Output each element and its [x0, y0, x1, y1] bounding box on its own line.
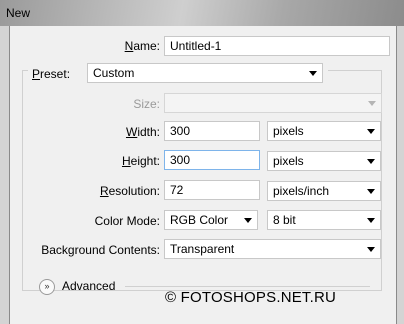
- bit-depth-select[interactable]: 8 bit: [267, 210, 381, 230]
- preset-value: Custom: [93, 66, 135, 80]
- width-unit-select[interactable]: pixels: [267, 121, 381, 141]
- size-select[interactable]: [164, 93, 382, 113]
- height-label: Height:: [121, 154, 160, 168]
- preset-group-border-left: [22, 70, 23, 290]
- resolution-input[interactable]: [164, 180, 260, 200]
- height-unit-select[interactable]: pixels: [267, 151, 381, 171]
- height-input[interactable]: [164, 150, 260, 170]
- width-unit-value: pixels: [273, 124, 304, 138]
- height-unit-value: pixels: [273, 154, 304, 168]
- chevron-down-icon: [368, 101, 376, 106]
- preset-group-border-top-left: [22, 70, 28, 71]
- color-mode-select[interactable]: RGB Color: [164, 210, 258, 230]
- chevron-down-icon: [309, 71, 317, 76]
- chevron-down-icon: [367, 189, 375, 194]
- preset-group-border-top-right: [328, 70, 382, 71]
- new-document-dialog: New Name: Preset: Custom Size: Width: pi…: [0, 0, 404, 324]
- width-input[interactable]: [164, 121, 260, 141]
- chevron-down-icon: [244, 218, 252, 223]
- title-bar[interactable]: New: [0, 0, 404, 26]
- watermark-text: © FOTOSHOPS.NET.RU: [165, 289, 337, 306]
- chevron-down-icon: [367, 129, 375, 134]
- preset-select[interactable]: Custom: [87, 63, 323, 83]
- resolution-unit-value: pixels/inch: [273, 184, 330, 198]
- resolution-unit-select[interactable]: pixels/inch: [267, 181, 381, 201]
- preset-label: Preset:: [30, 67, 84, 81]
- color-mode-label: Color Mode:: [94, 214, 160, 228]
- chevron-down-icon: [367, 218, 375, 223]
- advanced-label: Advanced: [62, 279, 116, 293]
- width-label: Width:: [125, 125, 160, 139]
- resolution-label: Resolution:: [99, 184, 160, 198]
- bit-depth-value: 8 bit: [273, 213, 296, 227]
- name-input[interactable]: [164, 36, 390, 56]
- background-contents-label: Background Contents:: [41, 243, 160, 257]
- chevron-down-icon: [367, 159, 375, 164]
- window-title: New: [6, 6, 31, 20]
- size-label: Size:: [133, 97, 160, 111]
- background-contents-select[interactable]: Transparent: [164, 239, 381, 259]
- color-mode-value: RGB Color: [170, 213, 229, 227]
- double-chevron-down-icon[interactable]: »: [39, 279, 55, 295]
- advanced-divider: [125, 286, 370, 287]
- chevron-down-icon: [367, 247, 375, 252]
- name-label: Name:: [124, 39, 160, 53]
- background-contents-value: Transparent: [170, 242, 235, 256]
